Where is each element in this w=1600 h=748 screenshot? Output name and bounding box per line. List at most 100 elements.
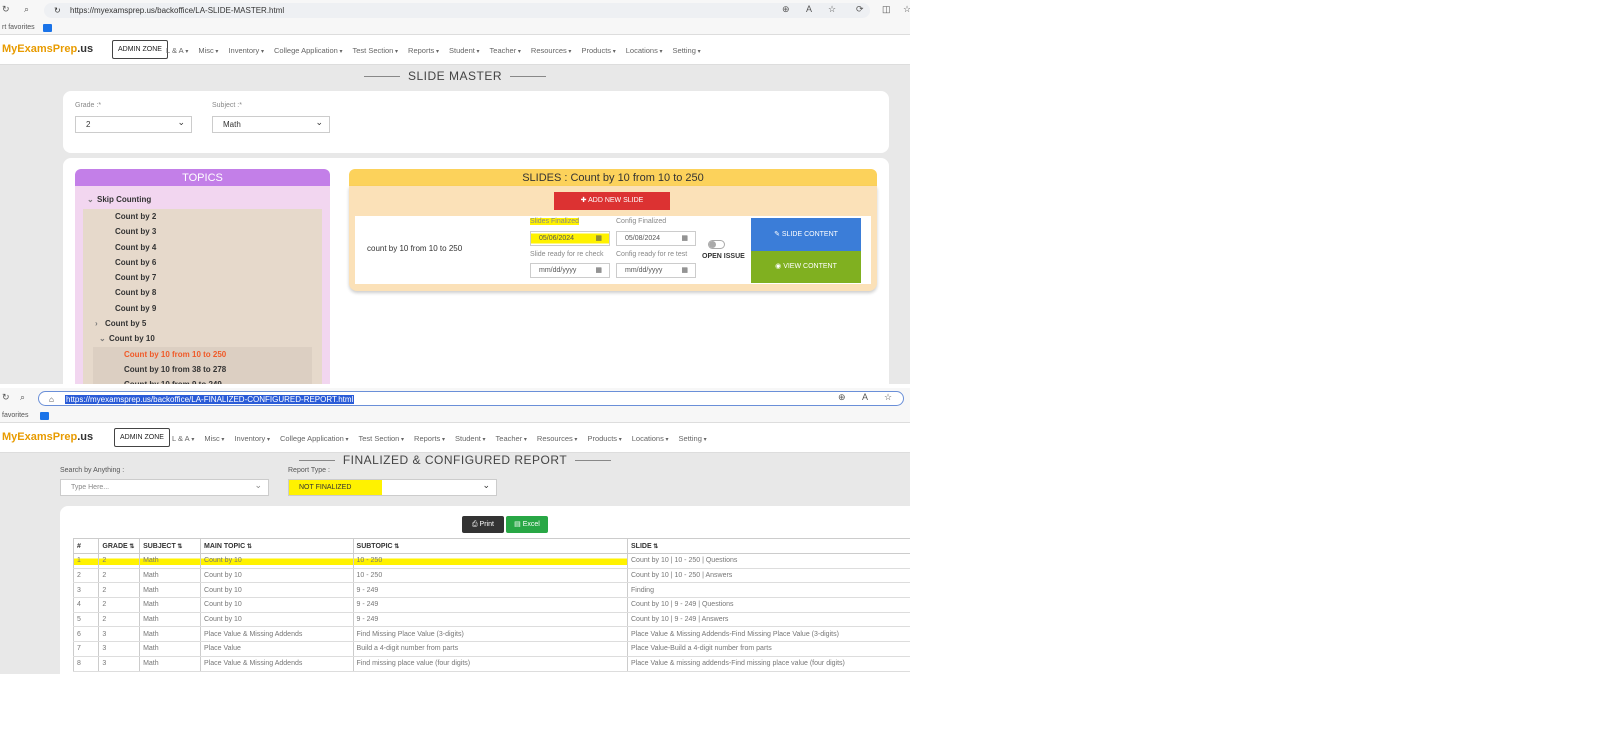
table-row[interactable]: 7 3 Math Place Value Build a 4-digit number … [72,641,910,657]
menu-item[interactable]: Locations [632,434,669,443]
slide-recheck-date[interactable]: mm/dd/yyyy [530,263,610,278]
menu-item[interactable]: Misc [198,46,218,55]
column-header[interactable]: SUBTOPIC [352,538,629,554]
menu-item[interactable]: Test Section [352,46,398,55]
topic-item[interactable]: Count by 10 from 10 to 250 [93,346,312,362]
search-input[interactable]: Type Here... [60,478,269,496]
address-bar[interactable]: ↻ https://myexamsprep.us/backoffice/LA-S… [44,3,870,18]
menu-item[interactable]: L & A [172,434,194,443]
column-header[interactable]: MAIN TOPIC [200,538,354,554]
topic-expander-icon[interactable]: ⌄ [87,190,97,209]
favorites-icon[interactable]: ☆ [903,4,910,15]
menu-item[interactable]: Resources [537,434,578,443]
table-row[interactable]: 8 3 Math Place Value & Missing Addends Find … [72,656,910,672]
favorites-label[interactable]: rt favorites [2,24,35,31]
app-navbar: MyExamsPrep.us ADMIN ZONE L & A Misc Inven… [0,35,910,65]
menu-item[interactable]: Test Section [358,434,404,443]
topic-item[interactable]: Count by 7 [83,270,322,285]
column-header[interactable]: # [72,538,100,554]
add-new-slide-button[interactable]: ✚ ADD NEW SLIDE [554,192,670,210]
topic-item[interactable]: Count by 9 [83,301,322,316]
table-cell: 10 - 250 [352,568,629,584]
address-bar[interactable]: ⌂ https://myexamsprep.us/backoffice/LA-F… [38,391,904,406]
topic-item[interactable]: Count by 10 from 38 to 278 [93,361,312,378]
zoom-icon[interactable]: ⊕ [782,4,790,15]
table-row[interactable]: 2 2 Math Count by 10 10 - 250 Count by 10 | 1… [72,568,910,584]
app-navbar: MyExamsPrep.us ADMIN ZONE L & A Misc Inven… [0,423,910,453]
topic-item[interactable]: Count by 3 [83,224,322,239]
menu-item[interactable]: Resources [531,46,572,55]
menu-item[interactable]: Locations [626,46,663,55]
config-finalized-date[interactable]: 05/08/2024 [616,231,696,246]
split-screen-icon[interactable]: ◫ [882,4,891,15]
table-cell: 5 [72,612,100,628]
view-content-button[interactable]: ◉ VIEW CONTENT [751,251,861,283]
table-row[interactable]: 5 2 Math Count by 10 9 - 249 Count by 10 | 9 … [72,612,910,628]
menu-item[interactable]: Reports [414,434,445,443]
menu-item[interactable]: Setting [679,434,707,443]
menu-item[interactable]: Inventory [234,434,270,443]
star-icon[interactable]: ☆ [828,4,836,15]
topic-expander-icon[interactable]: › [95,316,105,331]
menu-item[interactable]: Products [581,46,615,55]
column-header[interactable]: GRADE [98,538,141,554]
table-row[interactable]: 1 2 Math Count by 10 10 - 250 Count by 10 | 1… [72,553,910,569]
menu-item[interactable]: Setting [673,46,701,55]
zoom-icon[interactable]: ⊕ [838,392,846,403]
slide-row-title: count by 10 from 10 to 250 [367,244,463,253]
slide-master-window: ↻ ⌕ ↻ https://myexamsprep.us/backoffice/… [0,0,910,384]
favorite-site-icon[interactable] [43,24,52,32]
extensions-icon[interactable]: ⟳ [856,4,864,15]
read-aloud-icon[interactable]: A [862,392,868,402]
menu-item[interactable]: Student [449,46,480,55]
menu-item[interactable]: L & A [166,46,188,55]
topic-item[interactable]: ⌄ Count by 10 [83,331,322,346]
print-button[interactable]: ⎙ Print [462,516,504,533]
menu-item[interactable]: Teacher [496,434,527,443]
read-aloud-icon[interactable]: A [806,4,812,14]
topic-item[interactable]: ⌄ Skip Counting [83,190,322,209]
column-header[interactable]: SUBJECT [139,538,202,554]
favorite-site-icon[interactable] [40,412,49,420]
config-retest-date[interactable]: mm/dd/yyyy [616,263,696,278]
slide-content-button[interactable]: ✎ SLIDE CONTENT [751,218,861,251]
report-type-select[interactable]: NOT FINALIZED [288,478,497,496]
search-icon[interactable]: ⌕ [20,392,25,403]
topic-item[interactable]: Count by 2 [83,209,322,224]
site-logo[interactable]: MyExamsPrep.us [2,431,93,443]
column-header[interactable]: SLIDE [627,538,910,554]
search-icon[interactable]: ⌕ [24,4,29,15]
menu-item[interactable]: Misc [204,434,224,443]
subject-select[interactable]: Math [212,115,330,133]
table-row[interactable]: 6 3 Math Place Value & Missing Addends Find … [72,626,910,643]
favorites-icon[interactable]: ☆ [884,392,892,403]
table-row[interactable]: 4 2 Math Count by 10 9 - 249 Count by 10 | 9 … [72,597,910,613]
menu-item[interactable]: Reports [408,46,439,55]
slide-row: count by 10 from 10 to 250 Slides Finali… [355,216,871,284]
admin-zone-button[interactable]: ADMIN ZONE [112,40,168,59]
menu-item[interactable]: College Application [274,46,342,55]
topic-item[interactable]: Count by 8 [83,285,322,300]
refresh-icon[interactable]: ↻ [2,392,10,403]
menu-item[interactable]: Teacher [490,46,521,55]
excel-button[interactable]: ▤ Excel [506,516,548,533]
topic-item[interactable]: Count by 10 from 9 to 249 [93,377,312,384]
favorites-label[interactable]: favorites [2,412,28,419]
grade-select[interactable]: 2 [75,115,192,133]
page-title: SLIDE MASTER [407,69,503,83]
topic-item[interactable]: Count by 4 [83,240,322,255]
menu-item[interactable]: College Application [280,434,348,443]
topic-item[interactable]: Count by 6 [83,255,322,270]
menu-item[interactable]: Products [587,434,621,443]
table-row[interactable]: 3 2 Math Count by 10 9 - 249 Finding [72,582,910,599]
refresh-icon[interactable]: ↻ [2,4,10,15]
menu-item[interactable]: Student [455,434,486,443]
site-logo[interactable]: MyExamsPrep.us [2,43,93,55]
slides-finalized-date[interactable]: 05/06/2024 [530,231,610,246]
admin-zone-button[interactable]: ADMIN ZONE [114,428,170,447]
open-issue-toggle[interactable] [708,240,725,249]
menu-item[interactable]: Inventory [228,46,264,55]
topic-item[interactable]: › Count by 5 [83,316,322,331]
topic-expander-icon[interactable]: ⌄ [99,331,109,346]
favorites-bar: favorites [0,409,910,423]
